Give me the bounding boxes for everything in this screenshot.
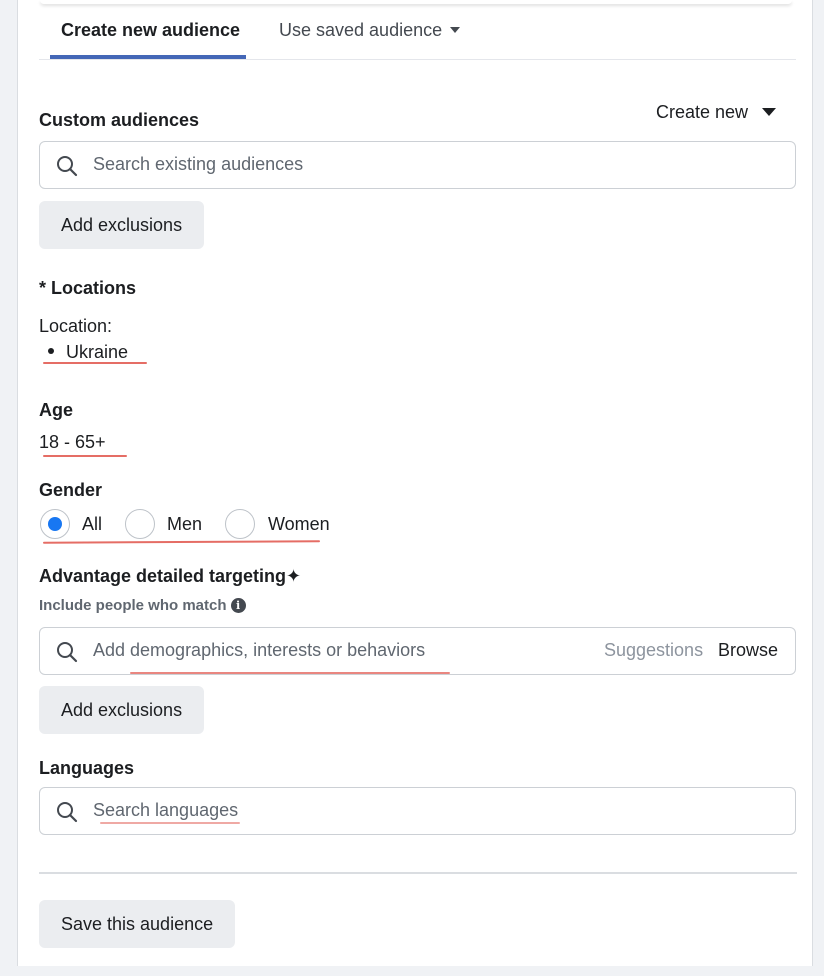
gender-women-label: Women: [268, 514, 330, 534]
custom-audience-search-input[interactable]: Search existing audiences: [93, 154, 303, 175]
gender-men-label: Men: [167, 514, 203, 534]
gender-radio-men[interactable]: [125, 509, 155, 539]
search-icon: [57, 642, 78, 663]
tab-use-saved-audience[interactable]: Use saved audience: [279, 20, 461, 41]
add-exclusions-button[interactable]: Add exclusions: [39, 201, 205, 249]
age-range-value[interactable]: 18 - 65+: [39, 432, 106, 453]
create-new-label: Create new: [656, 102, 749, 122]
caret-down-icon: [762, 108, 777, 116]
add-exclusions-targeting-button[interactable]: Add exclusions: [39, 686, 205, 734]
info-icon[interactable]: i: [230, 598, 246, 613]
locations-label: * Locations: [39, 278, 137, 298]
include-people-text: Include people who match: [39, 597, 227, 614]
save-audience-button[interactable]: Save this audience: [39, 900, 236, 948]
languages-annotation-line: [100, 822, 240, 824]
search-icon: [57, 802, 78, 823]
tabs-divider: [39, 59, 796, 60]
custom-audience-search-field[interactable]: Search existing audiences: [39, 141, 796, 189]
sparkle-icon: ✦: [286, 566, 302, 587]
detailed-targeting-search-field[interactable]: Add demographics, interests or behaviors…: [39, 627, 796, 675]
location-list-item: Ukraine: [48, 342, 128, 363]
age-annotation-line: [43, 455, 127, 457]
include-people-sublabel: Include people who match i: [39, 597, 246, 614]
age-label: Age: [39, 400, 74, 420]
browse-link[interactable]: Browse: [718, 640, 778, 661]
gender-radio-all[interactable]: [40, 509, 70, 539]
chevron-down-icon: [450, 27, 461, 33]
location-sublabel: Location:: [39, 316, 113, 336]
create-new-dropdown[interactable]: Create new: [656, 102, 777, 123]
gender-label: Gender: [39, 480, 103, 500]
languages-label: Languages: [39, 758, 135, 778]
tab-create-new-audience[interactable]: Create new audience: [61, 20, 240, 41]
bullet-icon: [48, 348, 54, 354]
detailed-targeting-title: Advantage detailed targeting: [39, 566, 287, 586]
targeting-annotation-line: [130, 672, 450, 674]
suggestions-link[interactable]: Suggestions: [604, 640, 703, 661]
detailed-targeting-label: Advantage detailed targeting✦: [39, 566, 301, 587]
location-ukraine: Ukraine: [66, 342, 129, 362]
location-annotation-line: [43, 362, 147, 364]
tab-use-saved-audience-label: Use saved audience: [279, 20, 443, 40]
top-card-edge: [40, 0, 792, 4]
custom-audiences-label: Custom audiences: [39, 110, 200, 130]
section-divider: [39, 872, 797, 874]
gender-all-label: All: [82, 514, 103, 534]
gender-radio-women[interactable]: [225, 509, 255, 539]
search-icon: [57, 156, 78, 177]
detailed-targeting-search-input[interactable]: Add demographics, interests or behaviors: [93, 640, 425, 661]
languages-search-field[interactable]: Search languages: [39, 787, 796, 835]
languages-search-input[interactable]: Search languages: [93, 800, 238, 821]
